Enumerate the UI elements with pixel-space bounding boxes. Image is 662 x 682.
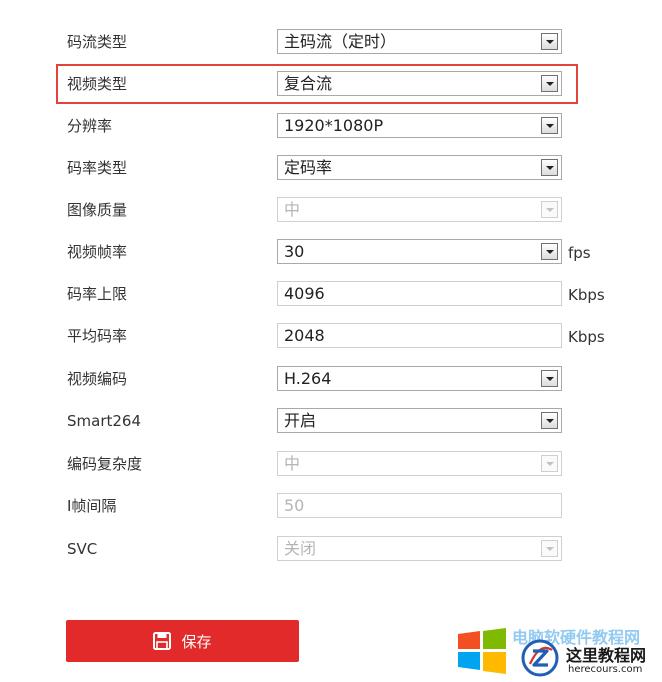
row-image-quality: 图像质量 中 <box>0 195 662 225</box>
bitrate-type-select[interactable]: 定码率 <box>277 155 562 180</box>
row-iframe-interval: I帧间隔 50 <box>0 491 662 521</box>
svc-value: 关闭 <box>284 539 317 558</box>
row-stream-type: 码流类型 主码流（定时） <box>0 27 662 57</box>
row-frame-rate: 视频帧率 30 fps <box>0 237 662 267</box>
save-disk-icon <box>153 632 172 650</box>
dropdown-arrow-icon[interactable] <box>541 243 558 260</box>
avg-bitrate-input[interactable]: 2048 <box>277 323 562 348</box>
dropdown-arrow-icon[interactable] <box>541 370 558 387</box>
row-avg-bitrate: 平均码率 2048 Kbps <box>0 321 662 351</box>
dropdown-arrow-icon[interactable] <box>541 412 558 429</box>
row-encoding-complexity: 编码复杂度 中 <box>0 449 662 479</box>
svc-select: 关闭 <box>277 536 562 561</box>
dropdown-arrow-icon <box>541 455 558 472</box>
encoding-complexity-select: 中 <box>277 451 562 476</box>
frame-rate-select[interactable]: 30 <box>277 239 562 264</box>
label-max-bitrate: 码率上限 <box>67 285 128 303</box>
save-button[interactable]: 保存 <box>66 620 299 662</box>
label-bitrate-type: 码率类型 <box>67 159 128 177</box>
smart264-value: 开启 <box>284 411 317 430</box>
bitrate-type-value: 定码率 <box>284 158 333 177</box>
label-stream-type: 码流类型 <box>67 33 128 51</box>
row-smart264: Smart264 开启 <box>0 406 662 436</box>
resolution-select[interactable]: 1920*1080P <box>277 113 562 138</box>
stream-type-value: 主码流（定时） <box>284 32 397 51</box>
label-resolution: 分辨率 <box>67 117 113 135</box>
dropdown-arrow-icon[interactable] <box>541 117 558 134</box>
label-image-quality: 图像质量 <box>67 201 128 219</box>
label-svc: SVC <box>67 540 98 558</box>
watermark-url: herecours.com <box>568 664 643 675</box>
iframe-interval-value: 50 <box>284 496 305 515</box>
avg-bitrate-value: 2048 <box>284 326 325 345</box>
avg-bitrate-unit: Kbps <box>568 328 605 346</box>
row-svc: SVC 关闭 <box>0 534 662 564</box>
z-logo-icon <box>521 639 559 677</box>
frame-rate-unit: fps <box>568 244 591 262</box>
image-quality-value: 中 <box>284 200 301 219</box>
save-button-label: 保存 <box>181 632 212 651</box>
label-encoding-complexity: 编码复杂度 <box>67 455 143 473</box>
watermark-title: 这里教程网 <box>566 646 647 665</box>
row-video-encoding: 视频编码 H.264 <box>0 364 662 394</box>
resolution-value: 1920*1080P <box>284 116 384 135</box>
label-video-encoding: 视频编码 <box>67 370 128 388</box>
label-iframe-interval: I帧间隔 <box>67 497 117 515</box>
max-bitrate-input[interactable]: 4096 <box>277 281 562 306</box>
stream-type-select[interactable]: 主码流（定时） <box>277 29 562 54</box>
label-avg-bitrate: 平均码率 <box>67 327 128 345</box>
dropdown-arrow-icon <box>541 201 558 218</box>
smart264-select[interactable]: 开启 <box>277 408 562 433</box>
encoding-complexity-value: 中 <box>284 454 301 473</box>
dropdown-arrow-icon[interactable] <box>541 33 558 50</box>
iframe-interval-input: 50 <box>277 493 562 518</box>
image-quality-select: 中 <box>277 197 562 222</box>
max-bitrate-value: 4096 <box>284 284 325 303</box>
dropdown-arrow-icon <box>541 540 558 557</box>
max-bitrate-unit: Kbps <box>568 286 605 304</box>
watermark: 电脑软硬件教程网 这里教程网 herecours.com <box>456 624 662 682</box>
row-max-bitrate: 码率上限 4096 Kbps <box>0 279 662 309</box>
video-encoding-select[interactable]: H.264 <box>277 366 562 391</box>
frame-rate-value: 30 <box>284 242 305 261</box>
label-frame-rate: 视频帧率 <box>67 243 128 261</box>
row-bitrate-type: 码率类型 定码率 <box>0 153 662 183</box>
video-encoding-value: H.264 <box>284 369 332 388</box>
row-resolution: 分辨率 1920*1080P <box>0 111 662 141</box>
label-smart264: Smart264 <box>67 412 142 430</box>
highlight-box <box>56 64 578 104</box>
dropdown-arrow-icon[interactable] <box>541 159 558 176</box>
windows-logo-icon <box>458 628 506 674</box>
